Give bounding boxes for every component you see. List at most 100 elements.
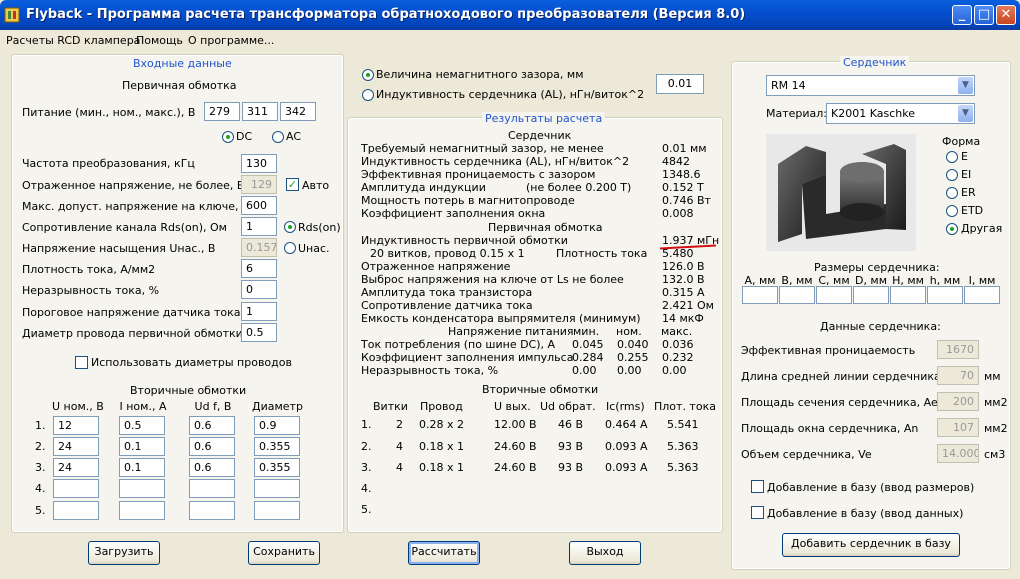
sec-u-input[interactable]: 12 [53,416,99,435]
sec-u-input[interactable] [53,501,99,520]
supply-nom-input[interactable]: 311 [242,102,278,121]
dim-input[interactable] [779,286,815,304]
shape-radio[interactable] [946,151,958,163]
al-radio[interactable] [362,89,374,101]
density-result-label: Плотность тока [556,247,648,260]
menu-rcd[interactable]: Расчеты RCD клампера [6,34,140,47]
reflected-input[interactable]: 129 [241,175,277,194]
sec-row-number: 1. [35,419,46,432]
shape-radio[interactable] [946,187,958,199]
results-title: Результаты расчета [482,112,606,125]
save-button[interactable]: Сохранить [248,541,320,565]
material-select[interactable]: K2001 Kaschke ▼ [826,103,975,124]
maximize-button[interactable]: □ [974,5,994,25]
chevron-down-icon[interactable]: ▼ [958,77,973,94]
sec-ud-input[interactable]: 0.6 [189,437,235,456]
threshold-input[interactable]: 1 [241,302,277,321]
sec-diam-input[interactable]: 0.355 [254,437,300,456]
rds-input[interactable]: 1 [241,217,277,236]
calculate-button[interactable]: Рассчитать [408,541,480,565]
wire-diam-input[interactable]: 0.5 [241,323,277,342]
sec-u-input[interactable]: 24 [53,437,99,456]
unas-input[interactable]: 0.157 [241,238,277,257]
chevron-down-icon[interactable]: ▼ [958,105,973,122]
gap-radio[interactable] [362,69,374,81]
sec-ud-input[interactable]: 0.6 [189,416,235,435]
core-data-input[interactable]: 14.000 [937,444,979,463]
auto-label: Авто [302,179,330,192]
shape-radio[interactable] [946,223,958,235]
ac-label: AC [286,130,302,143]
rsec-ic: 0.093 А [605,461,648,474]
ac-radio[interactable] [272,131,284,143]
core-type-select[interactable]: RM 14 ▼ [766,75,975,96]
freq-input[interactable]: 130 [241,154,277,173]
core-data-input[interactable]: 200 [937,392,979,411]
sec-u-input[interactable]: 24 [53,458,99,477]
add-dims-checkbox[interactable] [751,480,764,493]
primary-result-label: Амплитуда тока транзистора [361,286,533,299]
unas-radio[interactable] [284,242,296,254]
use-diam-checkbox[interactable] [75,356,88,369]
sec-u-input[interactable] [53,479,99,498]
load-button[interactable]: Загрузить [88,541,160,565]
supply-min-input[interactable]: 279 [204,102,240,121]
dim-input[interactable] [964,286,1000,304]
close-button[interactable]: ✕ [996,5,1016,25]
core-data-input[interactable]: 1670 [937,340,979,359]
exit-button[interactable]: Выход [569,541,641,565]
continuity-input[interactable]: 0 [241,280,277,299]
sec-header-ud: Ud f, В [194,400,232,413]
shape-radio[interactable] [946,169,958,181]
dim-input[interactable] [927,286,963,304]
supply-row-min: 0.00 [572,364,597,377]
density-input[interactable]: 6 [241,259,277,278]
rsec-ic: 0.093 А [605,440,648,453]
sec-i-input[interactable]: 0.1 [119,437,165,456]
sec-ud-input[interactable] [189,479,235,498]
rsec-u: 24.60 В [494,461,537,474]
core-result-label: Индуктивность сердечника (AL), нГн/виток… [361,155,630,168]
core-data-input[interactable]: 107 [937,418,979,437]
material-value: K2001 Kaschke [831,107,915,120]
auto-checkbox[interactable]: ✓ [286,178,299,191]
dim-input[interactable] [853,286,889,304]
sec-i-input[interactable] [119,479,165,498]
sec-header-u: U ном., В [52,400,104,413]
sec-diam-input[interactable] [254,501,300,520]
add-core-button[interactable]: Добавить сердечник в базу [782,533,960,557]
rds-radio[interactable] [284,221,296,233]
shape-radio[interactable] [946,205,958,217]
sec-diam-input[interactable]: 0.355 [254,458,300,477]
core-data-input[interactable]: 70 [937,366,979,385]
rsec-j: 5.541 [667,418,699,431]
supply-row-nom: 0.040 [617,338,649,351]
dim-input[interactable] [742,286,778,304]
supply-row-nom: 0.255 [617,351,649,364]
gap-input[interactable]: 0.01 [656,74,704,94]
dc-radio[interactable] [222,131,234,143]
menu-about[interactable]: О программе... [188,34,274,47]
core-result-value: 0.152 Т [662,181,704,194]
primary-result-value: 14 мкФ [662,312,704,325]
sec-ud-input[interactable]: 0.6 [189,458,235,477]
results-sec-title: Вторичные обмотки [482,383,599,396]
minimize-button[interactable]: _ [952,5,972,25]
shape-label-item: ER [961,186,976,199]
menu-help[interactable]: Помощь [136,34,183,47]
sec-i-input[interactable]: 0.1 [119,458,165,477]
rsec-u: 12.00 В [494,418,537,431]
primary-result-label: Выброс напряжения на ключе от Ls не боле… [361,273,624,286]
sec-i-input[interactable] [119,501,165,520]
core-data-label: Эффективная проницаемость [741,344,916,357]
vmax-input[interactable]: 600 [241,196,277,215]
supply-max-input[interactable]: 342 [280,102,316,121]
dim-input[interactable] [890,286,926,304]
dim-input[interactable] [816,286,852,304]
shape-label-item: Другая [961,222,1003,235]
sec-i-input[interactable]: 0.5 [119,416,165,435]
sec-ud-input[interactable] [189,501,235,520]
add-data-checkbox[interactable] [751,506,764,519]
sec-diam-input[interactable]: 0.9 [254,416,300,435]
sec-diam-input[interactable] [254,479,300,498]
